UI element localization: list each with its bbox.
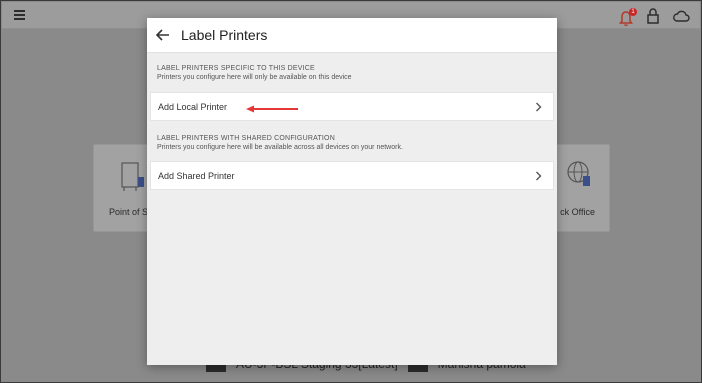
printer-icon bbox=[118, 159, 146, 198]
section-subtitle: Printers you configure here will be avai… bbox=[157, 144, 403, 151]
red-arrow-annotation bbox=[246, 105, 298, 113]
globe-icon bbox=[565, 159, 593, 194]
add-shared-printer-row[interactable]: Add Shared Printer bbox=[150, 161, 554, 190]
dialog-header: Label Printers bbox=[147, 18, 557, 53]
card-label: Point of S bbox=[109, 207, 149, 217]
section-local-header: LABEL PRINTERS SPECIFIC TO THIS DEVICE P… bbox=[147, 53, 362, 81]
dialog-title: Label Printers bbox=[181, 27, 268, 43]
screen-frame: 1 Point of S ck Office Label Printers LA… bbox=[0, 0, 702, 383]
card-label: ck Office bbox=[560, 207, 595, 217]
chevron-right-icon bbox=[536, 102, 542, 112]
row-label: Add Shared Printer bbox=[158, 170, 235, 181]
label-printers-dialog: Label Printers LABEL PRINTERS SPECIFIC T… bbox=[147, 18, 557, 365]
lock-icon[interactable] bbox=[646, 7, 660, 30]
cloud-icon[interactable] bbox=[672, 9, 690, 28]
add-local-printer-row[interactable]: Add Local Printer bbox=[150, 92, 554, 121]
top-icons: 1 bbox=[618, 7, 690, 30]
section-shared-header: LABEL PRINTERS WITH SHARED CONFIGURATION… bbox=[147, 123, 413, 151]
section-subtitle: Printers you configure here will only be… bbox=[157, 74, 352, 81]
chevron-right-icon bbox=[536, 171, 542, 181]
back-arrow-icon bbox=[156, 29, 169, 41]
section-title: LABEL PRINTERS SPECIFIC TO THIS DEVICE bbox=[157, 65, 315, 72]
row-label: Add Local Printer bbox=[158, 101, 228, 112]
notification-badge: 1 bbox=[629, 7, 637, 16]
bell-icon[interactable]: 1 bbox=[618, 7, 637, 28]
section-title: LABEL PRINTERS WITH SHARED CONFIGURATION bbox=[157, 135, 335, 142]
back-button[interactable] bbox=[151, 23, 175, 47]
menu-icon[interactable] bbox=[14, 10, 25, 20]
